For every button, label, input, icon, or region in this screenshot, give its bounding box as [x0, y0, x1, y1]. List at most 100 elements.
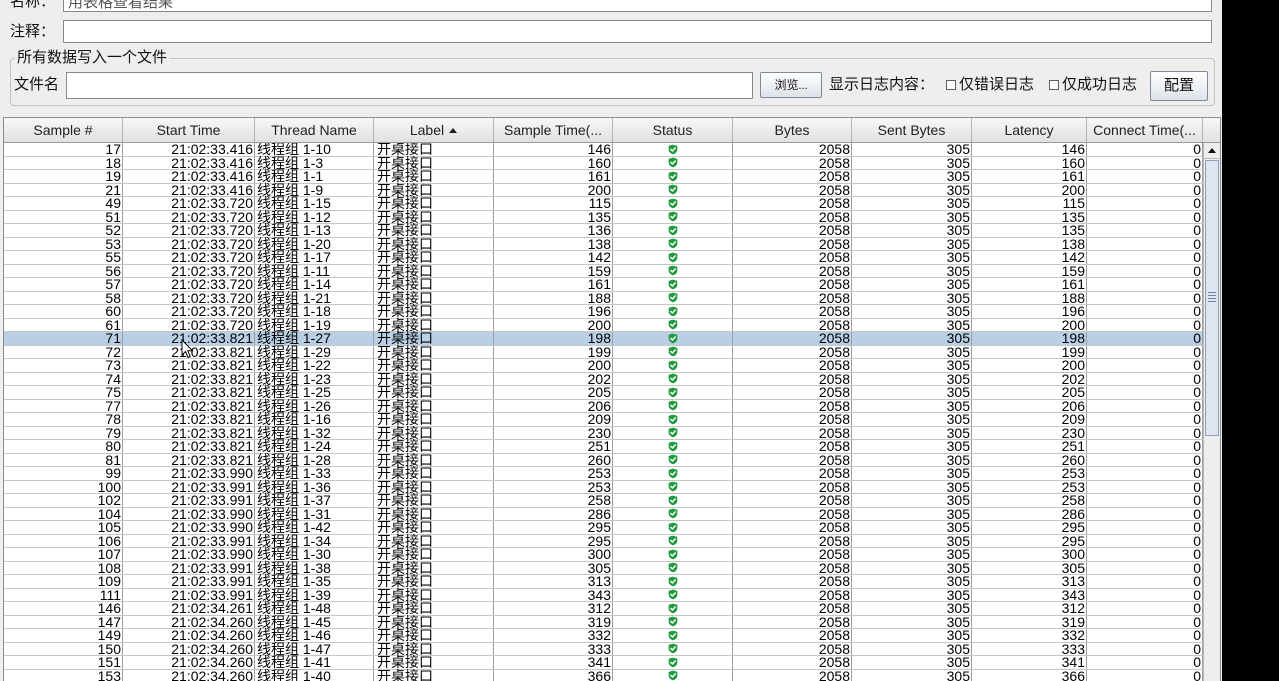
thread-name-cell: 线程组 1-30	[255, 547, 374, 561]
column-header-sample-time[interactable]: Sample Time(...	[494, 118, 613, 142]
bytes-cell: 2058	[733, 601, 852, 615]
sample-time-cell: 258	[494, 493, 613, 507]
column-header-label: Sent Bytes	[877, 122, 946, 138]
sent-bytes-cell: 305	[852, 358, 972, 372]
status-cell	[613, 170, 733, 183]
label-cell: 开桌接口	[374, 196, 494, 210]
status-cell	[613, 602, 733, 615]
sent-bytes-cell: 305	[852, 304, 972, 318]
bytes-cell: 2058	[733, 385, 852, 399]
errors-only-checkbox[interactable]: 仅错误日志	[946, 77, 1042, 93]
connect-time-cell: 0	[1087, 250, 1203, 264]
table-row[interactable]: 153 21:02:34.260 线程组 1-40 开桌接口 366 2058 305 366…	[4, 669, 1203, 681]
start-time-cell: 21:02:33.720	[123, 196, 255, 210]
start-time-cell: 21:02:33.991	[123, 493, 255, 507]
connect-time-cell: 0	[1087, 223, 1203, 237]
label-cell: 开桌接口	[374, 412, 494, 426]
thread-name-cell: 线程组 1-33	[255, 466, 374, 480]
thread-name-cell: 线程组 1-27	[255, 331, 374, 345]
start-time-cell: 21:02:33.821	[123, 385, 255, 399]
label-cell: 开桌接口	[374, 385, 494, 399]
start-time-cell: 21:02:33.416	[123, 143, 255, 156]
status-cell	[613, 224, 733, 237]
latency-cell: 200	[972, 358, 1087, 372]
column-header-label: Label	[409, 122, 445, 138]
status-cell	[613, 453, 733, 466]
latency-cell: 161	[972, 277, 1087, 291]
sample-time-cell: 313	[494, 574, 613, 588]
vertical-scrollbar[interactable]	[1203, 143, 1220, 681]
bytes-cell: 2058	[733, 277, 852, 291]
connect-time-cell: 0	[1087, 304, 1203, 318]
status-cell	[613, 575, 733, 588]
comment-input[interactable]	[63, 20, 1212, 43]
column-header-latency[interactable]: Latency	[972, 118, 1087, 142]
start-time-cell: 21:02:34.261	[123, 601, 255, 615]
scrollbar-thumb[interactable]	[1205, 160, 1219, 436]
successes-only-checkbox[interactable]: 仅成功日志	[1049, 77, 1145, 93]
sent-bytes-cell: 305	[852, 628, 972, 642]
name-input[interactable]	[63, 0, 1212, 12]
sample-time-cell: 300	[494, 547, 613, 561]
label-cell: 开桌接口	[374, 331, 494, 345]
label-cell: 开桌接口	[374, 304, 494, 318]
column-header-label-column[interactable]: Label	[374, 118, 494, 142]
start-time-cell: 21:02:33.990	[123, 466, 255, 480]
start-time-cell: 21:02:33.990	[123, 520, 255, 534]
latency-cell: 258	[972, 493, 1087, 507]
sent-bytes-cell: 305	[852, 466, 972, 480]
connect-time-cell: 0	[1087, 210, 1203, 223]
sample-number-cell: 105	[4, 520, 123, 534]
label-cell: 开桌接口	[374, 669, 494, 681]
successes-only-label: 仅成功日志	[1062, 77, 1138, 93]
start-time-cell: 21:02:33.821	[123, 358, 255, 372]
column-header-bytes[interactable]: Bytes	[733, 118, 852, 142]
sample-time-cell: 341	[494, 655, 613, 669]
browse-button[interactable]: 浏览...	[760, 72, 822, 98]
column-header-status[interactable]: Status	[613, 118, 733, 142]
bytes-cell: 2058	[733, 628, 852, 642]
latency-cell: 341	[972, 655, 1087, 669]
column-header-thread-name[interactable]: Thread Name	[255, 118, 374, 142]
status-cell	[613, 156, 733, 169]
success-shield-icon	[668, 279, 677, 290]
column-header-connect-time[interactable]: Connect Time(...	[1087, 118, 1203, 142]
log-display-label: 显示日志内容：	[829, 77, 935, 93]
connect-time-cell: 0	[1087, 669, 1203, 681]
sample-time-cell: 196	[494, 304, 613, 318]
sample-number-cell: 146	[4, 601, 123, 615]
success-shield-icon	[668, 468, 677, 479]
thread-name-cell: 线程组 1-13	[255, 223, 374, 237]
connect-time-cell: 0	[1087, 601, 1203, 615]
connect-time-cell: 0	[1087, 331, 1203, 345]
column-header-label: Latency	[1004, 122, 1054, 138]
sent-bytes-cell: 305	[852, 655, 972, 669]
column-header-sent-bytes[interactable]: Sent Bytes	[852, 118, 972, 142]
connect-time-cell: 0	[1087, 520, 1203, 534]
results-table-panel: 名称： 注释： 所有数据写入一个文件 文件名 浏览... 显示日志内容： 仅错误…	[0, 0, 1222, 681]
connect-time-cell: 0	[1087, 547, 1203, 561]
success-shield-icon	[668, 643, 677, 654]
thread-name-cell: 线程组 1-22	[255, 358, 374, 372]
sample-number-cell: 73	[4, 358, 123, 372]
sent-bytes-cell: 305	[852, 547, 972, 561]
configure-button[interactable]: 配置	[1150, 71, 1208, 101]
bytes-cell: 2058	[733, 169, 852, 183]
scroll-up-arrow-icon[interactable]	[1204, 143, 1220, 159]
bytes-cell: 2058	[733, 574, 852, 588]
start-time-cell: 21:02:34.260	[123, 669, 255, 681]
errors-only-checkbox-box[interactable]	[946, 80, 956, 90]
latency-cell: 253	[972, 466, 1087, 480]
column-header-start-time[interactable]: Start Time	[123, 118, 255, 142]
filename-input[interactable]	[66, 72, 753, 99]
start-time-cell: 21:02:34.260	[123, 655, 255, 669]
status-cell	[613, 345, 733, 358]
status-cell	[613, 237, 733, 250]
column-header-sample-number[interactable]: Sample #	[4, 118, 123, 142]
successes-only-checkbox-box[interactable]	[1049, 80, 1059, 90]
connect-time-cell: 0	[1087, 183, 1203, 196]
thumb-grip-icon	[1208, 292, 1216, 303]
bytes-cell: 2058	[733, 143, 852, 156]
success-shield-icon	[668, 333, 677, 344]
status-cell	[613, 332, 733, 345]
